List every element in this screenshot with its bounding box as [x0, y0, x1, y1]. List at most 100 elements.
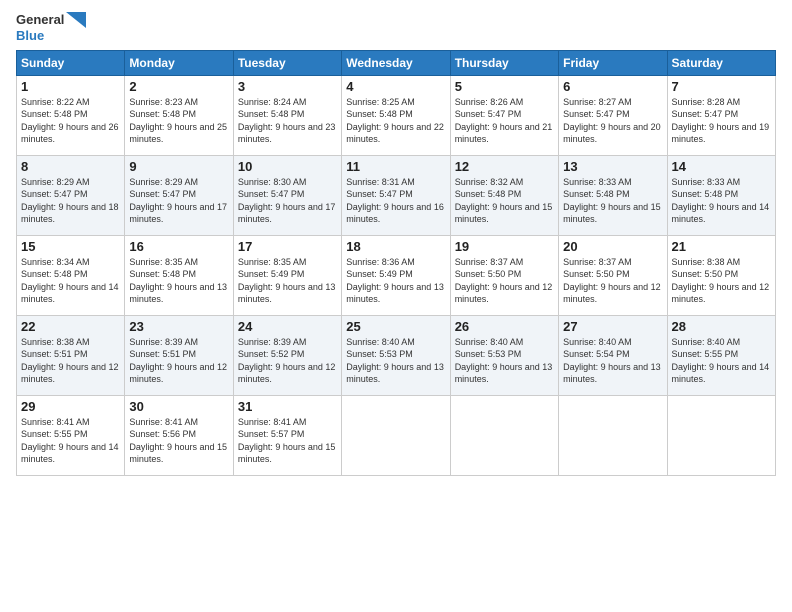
day-number: 7 — [672, 79, 771, 94]
calendar-cell: 21 Sunrise: 8:38 AMSunset: 5:50 PMDaylig… — [667, 235, 775, 315]
day-info: Sunrise: 8:31 AMSunset: 5:47 PMDaylight:… — [346, 177, 444, 225]
calendar-cell: 5 Sunrise: 8:26 AMSunset: 5:47 PMDayligh… — [450, 75, 558, 155]
day-number: 29 — [21, 399, 120, 414]
calendar-cell: 28 Sunrise: 8:40 AMSunset: 5:55 PMDaylig… — [667, 315, 775, 395]
day-number: 6 — [563, 79, 662, 94]
day-info: Sunrise: 8:28 AMSunset: 5:47 PMDaylight:… — [672, 97, 770, 145]
calendar-cell: 30 Sunrise: 8:41 AMSunset: 5:56 PMDaylig… — [125, 395, 233, 475]
day-number: 3 — [238, 79, 337, 94]
day-info: Sunrise: 8:38 AMSunset: 5:51 PMDaylight:… — [21, 337, 119, 385]
day-info: Sunrise: 8:37 AMSunset: 5:50 PMDaylight:… — [563, 257, 661, 305]
calendar-cell: 29 Sunrise: 8:41 AMSunset: 5:55 PMDaylig… — [17, 395, 125, 475]
day-info: Sunrise: 8:41 AMSunset: 5:55 PMDaylight:… — [21, 417, 119, 465]
day-info: Sunrise: 8:25 AMSunset: 5:48 PMDaylight:… — [346, 97, 444, 145]
day-info: Sunrise: 8:40 AMSunset: 5:53 PMDaylight:… — [346, 337, 444, 385]
calendar-cell: 9 Sunrise: 8:29 AMSunset: 5:47 PMDayligh… — [125, 155, 233, 235]
day-number: 9 — [129, 159, 228, 174]
calendar-cell — [667, 395, 775, 475]
day-number: 4 — [346, 79, 445, 94]
day-number: 30 — [129, 399, 228, 414]
day-info: Sunrise: 8:29 AMSunset: 5:47 PMDaylight:… — [129, 177, 227, 225]
day-number: 25 — [346, 319, 445, 334]
day-info: Sunrise: 8:40 AMSunset: 5:55 PMDaylight:… — [672, 337, 770, 385]
day-info: Sunrise: 8:39 AMSunset: 5:51 PMDaylight:… — [129, 337, 227, 385]
calendar-cell: 6 Sunrise: 8:27 AMSunset: 5:47 PMDayligh… — [559, 75, 667, 155]
calendar-cell: 11 Sunrise: 8:31 AMSunset: 5:47 PMDaylig… — [342, 155, 450, 235]
calendar-cell: 8 Sunrise: 8:29 AMSunset: 5:47 PMDayligh… — [17, 155, 125, 235]
day-info: Sunrise: 8:36 AMSunset: 5:49 PMDaylight:… — [346, 257, 444, 305]
calendar-cell: 14 Sunrise: 8:33 AMSunset: 5:48 PMDaylig… — [667, 155, 775, 235]
calendar-cell — [450, 395, 558, 475]
calendar-cell: 3 Sunrise: 8:24 AMSunset: 5:48 PMDayligh… — [233, 75, 341, 155]
calendar-cell — [559, 395, 667, 475]
day-number: 17 — [238, 239, 337, 254]
weekday-header-tuesday: Tuesday — [233, 50, 341, 75]
day-info: Sunrise: 8:30 AMSunset: 5:47 PMDaylight:… — [238, 177, 336, 225]
weekday-header-sunday: Sunday — [17, 50, 125, 75]
calendar-cell: 13 Sunrise: 8:33 AMSunset: 5:48 PMDaylig… — [559, 155, 667, 235]
day-info: Sunrise: 8:23 AMSunset: 5:48 PMDaylight:… — [129, 97, 227, 145]
day-info: Sunrise: 8:29 AMSunset: 5:47 PMDaylight:… — [21, 177, 119, 225]
weekday-header-monday: Monday — [125, 50, 233, 75]
day-number: 12 — [455, 159, 554, 174]
day-number: 26 — [455, 319, 554, 334]
calendar-cell: 24 Sunrise: 8:39 AMSunset: 5:52 PMDaylig… — [233, 315, 341, 395]
day-number: 11 — [346, 159, 445, 174]
day-info: Sunrise: 8:24 AMSunset: 5:48 PMDaylight:… — [238, 97, 336, 145]
day-info: Sunrise: 8:33 AMSunset: 5:48 PMDaylight:… — [563, 177, 661, 225]
day-number: 15 — [21, 239, 120, 254]
calendar-cell: 7 Sunrise: 8:28 AMSunset: 5:47 PMDayligh… — [667, 75, 775, 155]
day-number: 14 — [672, 159, 771, 174]
day-number: 2 — [129, 79, 228, 94]
day-number: 20 — [563, 239, 662, 254]
calendar-cell: 2 Sunrise: 8:23 AMSunset: 5:48 PMDayligh… — [125, 75, 233, 155]
day-info: Sunrise: 8:32 AMSunset: 5:48 PMDaylight:… — [455, 177, 553, 225]
calendar-cell: 26 Sunrise: 8:40 AMSunset: 5:53 PMDaylig… — [450, 315, 558, 395]
day-number: 1 — [21, 79, 120, 94]
day-info: Sunrise: 8:22 AMSunset: 5:48 PMDaylight:… — [21, 97, 119, 145]
day-info: Sunrise: 8:26 AMSunset: 5:47 PMDaylight:… — [455, 97, 553, 145]
calendar-cell: 15 Sunrise: 8:34 AMSunset: 5:48 PMDaylig… — [17, 235, 125, 315]
day-info: Sunrise: 8:34 AMSunset: 5:48 PMDaylight:… — [21, 257, 119, 305]
logo: General Blue — [16, 12, 86, 44]
calendar-cell: 12 Sunrise: 8:32 AMSunset: 5:48 PMDaylig… — [450, 155, 558, 235]
calendar-cell — [342, 395, 450, 475]
calendar-cell: 16 Sunrise: 8:35 AMSunset: 5:48 PMDaylig… — [125, 235, 233, 315]
day-number: 23 — [129, 319, 228, 334]
day-number: 18 — [346, 239, 445, 254]
logo-text: General Blue — [16, 12, 86, 44]
day-number: 21 — [672, 239, 771, 254]
day-number: 19 — [455, 239, 554, 254]
day-info: Sunrise: 8:41 AMSunset: 5:56 PMDaylight:… — [129, 417, 227, 465]
logo-general: General — [16, 12, 64, 28]
day-number: 31 — [238, 399, 337, 414]
day-info: Sunrise: 8:35 AMSunset: 5:49 PMDaylight:… — [238, 257, 336, 305]
calendar-cell: 17 Sunrise: 8:35 AMSunset: 5:49 PMDaylig… — [233, 235, 341, 315]
calendar-week-3: 15 Sunrise: 8:34 AMSunset: 5:48 PMDaylig… — [17, 235, 776, 315]
calendar-cell: 1 Sunrise: 8:22 AMSunset: 5:48 PMDayligh… — [17, 75, 125, 155]
calendar-week-1: 1 Sunrise: 8:22 AMSunset: 5:48 PMDayligh… — [17, 75, 776, 155]
day-info: Sunrise: 8:38 AMSunset: 5:50 PMDaylight:… — [672, 257, 770, 305]
calendar-week-5: 29 Sunrise: 8:41 AMSunset: 5:55 PMDaylig… — [17, 395, 776, 475]
day-info: Sunrise: 8:33 AMSunset: 5:48 PMDaylight:… — [672, 177, 770, 225]
calendar-cell: 18 Sunrise: 8:36 AMSunset: 5:49 PMDaylig… — [342, 235, 450, 315]
day-number: 5 — [455, 79, 554, 94]
weekday-header-thursday: Thursday — [450, 50, 558, 75]
day-number: 10 — [238, 159, 337, 174]
page-container: General Blue SundayMondayTuesdayWednesda… — [0, 0, 792, 486]
calendar-cell: 10 Sunrise: 8:30 AMSunset: 5:47 PMDaylig… — [233, 155, 341, 235]
day-info: Sunrise: 8:27 AMSunset: 5:47 PMDaylight:… — [563, 97, 661, 145]
calendar-cell: 31 Sunrise: 8:41 AMSunset: 5:57 PMDaylig… — [233, 395, 341, 475]
calendar-cell: 22 Sunrise: 8:38 AMSunset: 5:51 PMDaylig… — [17, 315, 125, 395]
day-info: Sunrise: 8:37 AMSunset: 5:50 PMDaylight:… — [455, 257, 553, 305]
day-number: 16 — [129, 239, 228, 254]
day-number: 22 — [21, 319, 120, 334]
day-info: Sunrise: 8:35 AMSunset: 5:48 PMDaylight:… — [129, 257, 227, 305]
calendar-cell: 27 Sunrise: 8:40 AMSunset: 5:54 PMDaylig… — [559, 315, 667, 395]
day-info: Sunrise: 8:40 AMSunset: 5:54 PMDaylight:… — [563, 337, 661, 385]
calendar-cell: 4 Sunrise: 8:25 AMSunset: 5:48 PMDayligh… — [342, 75, 450, 155]
weekday-header-wednesday: Wednesday — [342, 50, 450, 75]
calendar-week-2: 8 Sunrise: 8:29 AMSunset: 5:47 PMDayligh… — [17, 155, 776, 235]
day-number: 8 — [21, 159, 120, 174]
calendar-cell: 20 Sunrise: 8:37 AMSunset: 5:50 PMDaylig… — [559, 235, 667, 315]
